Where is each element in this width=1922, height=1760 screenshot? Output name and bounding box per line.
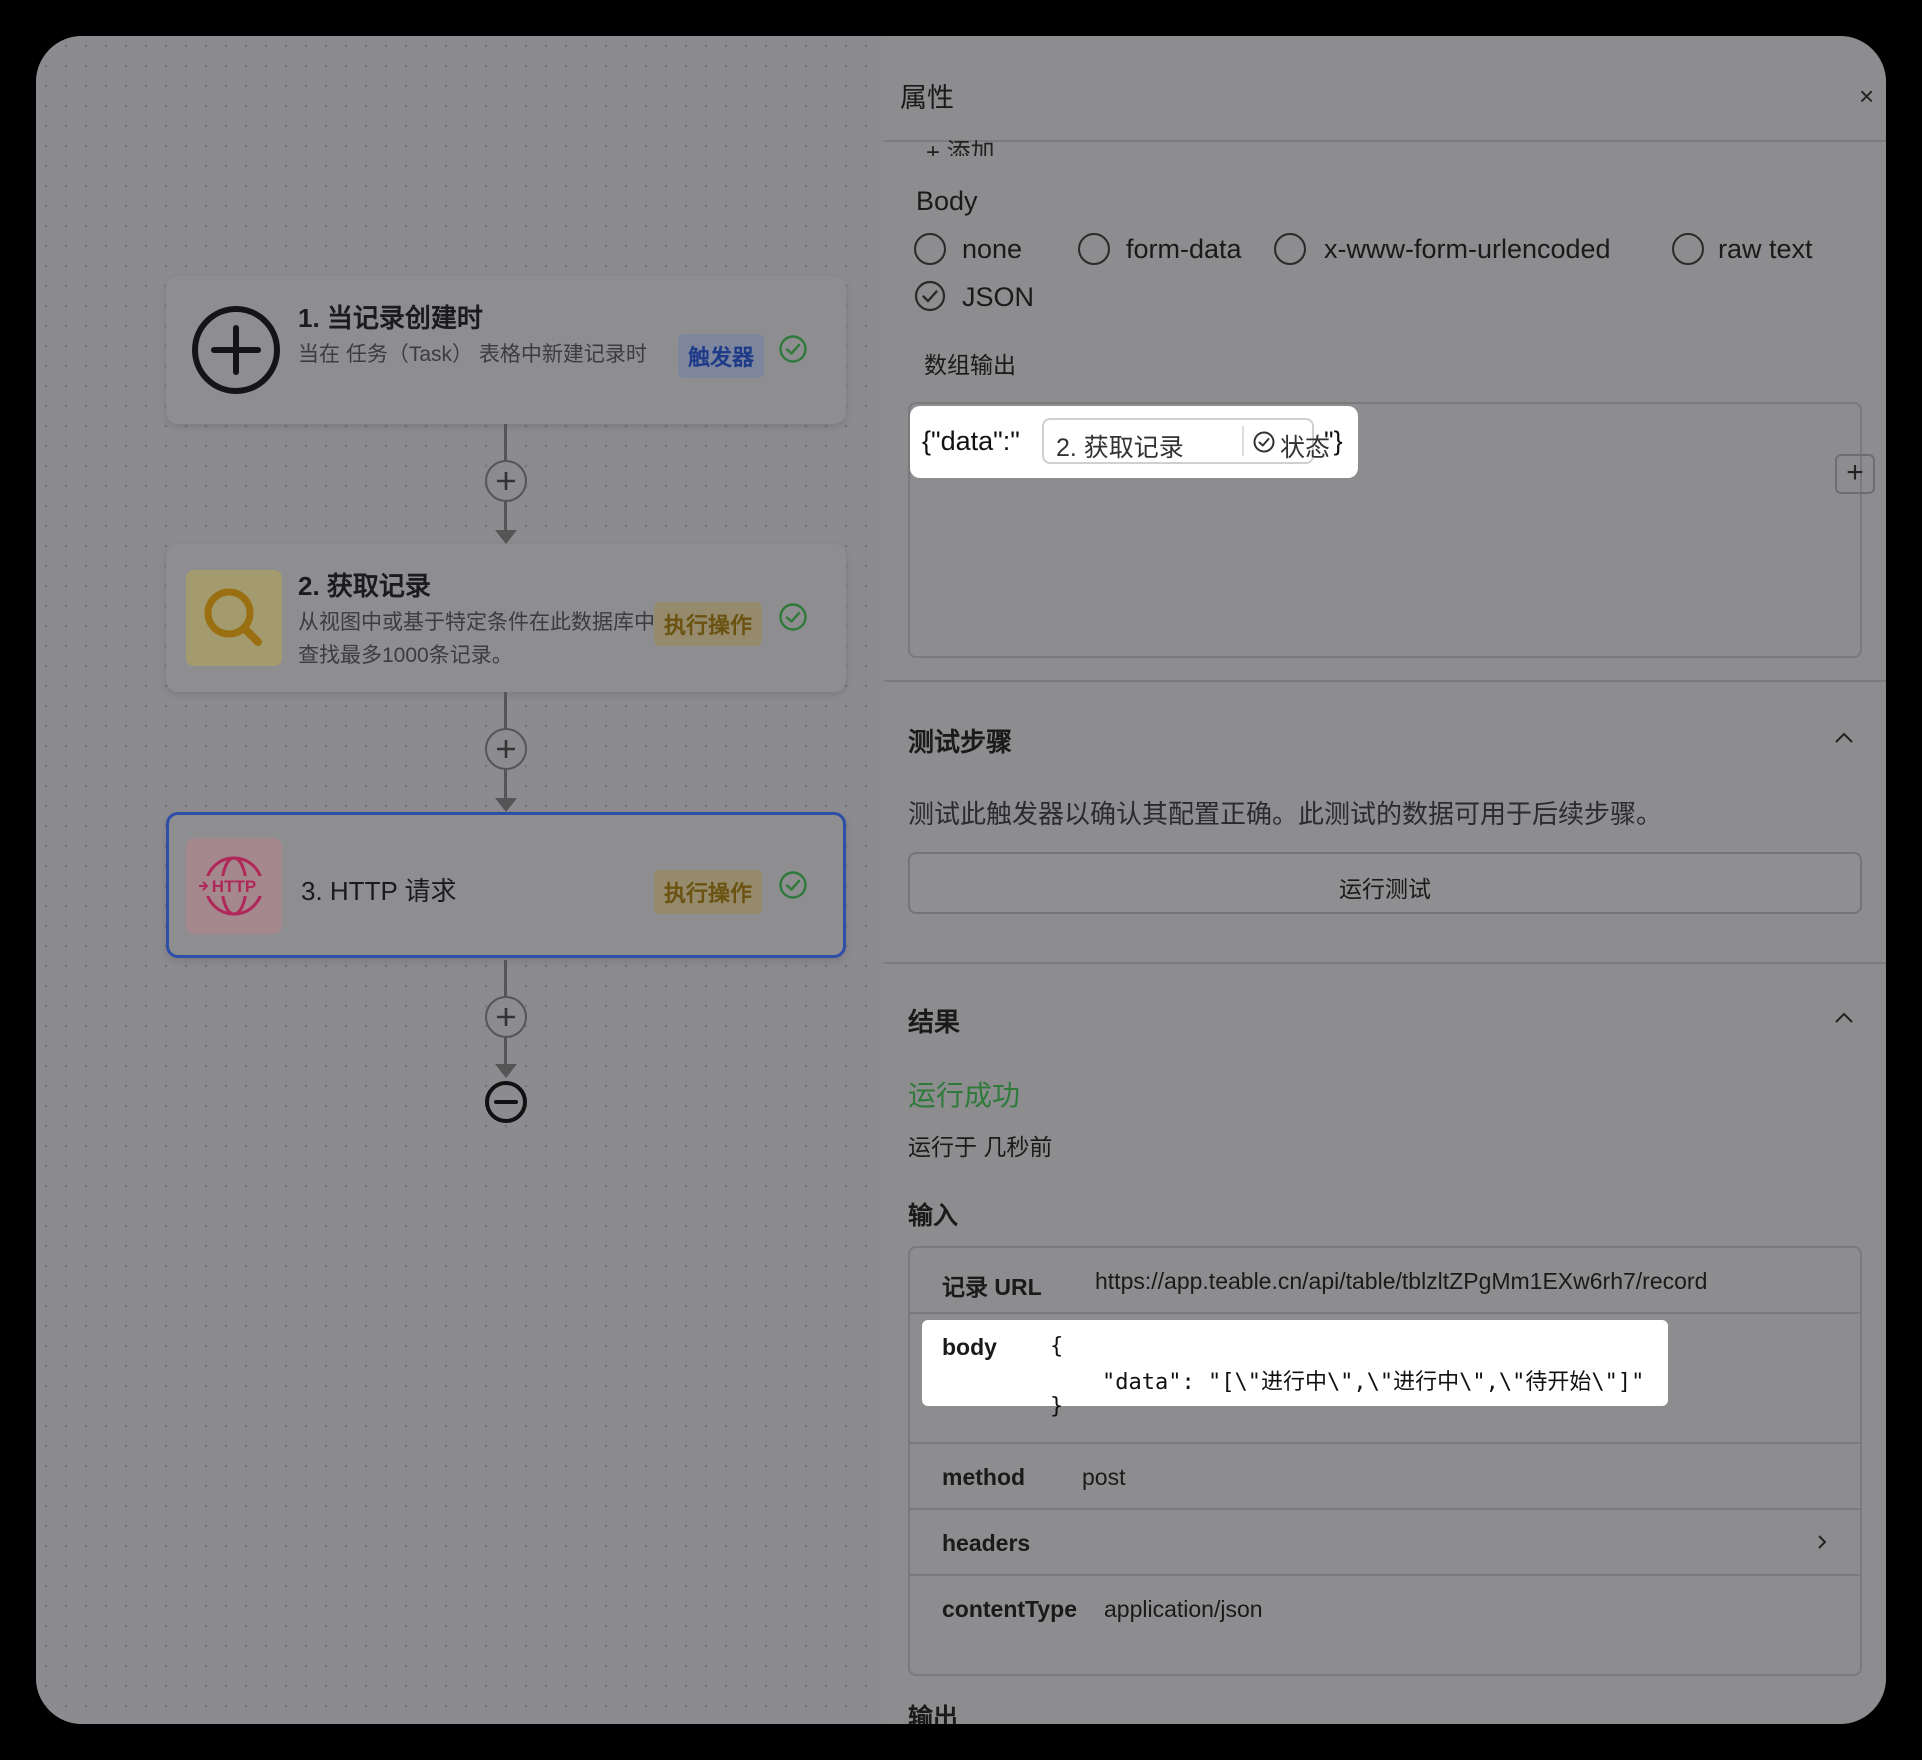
row-key[interactable]: headers [942,1530,1030,1557]
radio-raw-text[interactable] [1672,233,1704,265]
row-divider [908,1312,1862,1314]
arrow-down-icon [495,530,517,544]
insert-variable-button[interactable]: + [1835,454,1875,494]
row-key: 记录 URL [942,1274,1042,1300]
result-section-title: 结果 [908,1007,961,1037]
test-section-title: 测试步骤 [908,727,1013,757]
add-step-button[interactable] [485,460,527,502]
app-window: 1. 当记录创建时 当在 任务（Task） 表格中新建记录时 触发器 2. 获取… [36,36,1886,1724]
add-step-button[interactable] [485,996,527,1038]
radio-label: JSON [962,282,1035,312]
chevron-up-icon[interactable] [1832,1006,1856,1030]
row-divider [908,1442,1862,1444]
json-suffix: "} [1324,426,1343,456]
result-status: 运行成功 [908,1080,1021,1111]
status-field-icon [1253,431,1275,453]
arrow-down-icon [495,1064,517,1078]
result-ran-at: 运行于 几秒前 [908,1134,1053,1160]
end-flow-icon[interactable] [484,1080,528,1124]
globe-http-icon: HTTP [199,856,264,916]
node-title: 3. HTTP 请求 [301,876,457,906]
chevron-right-icon[interactable] [1812,1532,1832,1552]
action-badge: 执行操作 [654,870,763,914]
action-badge: 执行操作 [654,602,763,646]
node-description: 当在 任务（Task） 表格中新建记录时 [298,343,647,366]
check-circle-icon [779,335,807,363]
node-title: 1. 当记录创建时 [298,303,483,333]
radio-form-data[interactable] [1078,233,1110,265]
body-line: "data": "[\"进行中\",\"进行中\",\"待开始\"]" [1102,1370,1645,1395]
node-title: 2. 获取记录 [298,571,431,601]
radio-none[interactable] [914,233,946,265]
close-icon[interactable]: × [1859,81,1874,112]
json-prefix: {"data":" [922,426,1020,456]
test-description: 测试此触发器以确认其配置正确。此测试的数据可用于后续步骤。 [908,799,1663,829]
add-step-button[interactable] [485,728,527,770]
input-label: 输入 [908,1202,959,1230]
token-divider [1242,426,1244,456]
output-label: 输出 [908,1704,959,1724]
run-test-label: 运行测试 [1339,876,1431,902]
token-field: 状态 [1280,434,1331,462]
divider [884,962,1886,964]
plus-icon [497,1008,515,1026]
chevron-up-icon[interactable] [1832,726,1856,750]
radio-label: x-www-form-urlencoded [1324,234,1611,264]
check-circle-icon [779,871,807,899]
row-divider [908,1508,1862,1510]
flow-node-trigger[interactable]: 1. 当记录创建时 当在 任务（Task） 表格中新建记录时 触发器 [166,276,846,424]
plus-icon [497,740,515,758]
body-line: { [1050,1334,1064,1359]
run-test-button[interactable]: 运行测试 [908,852,1862,914]
arrow-down-icon [495,798,517,812]
radio-label: none [962,234,1023,264]
row-value: application/json [1104,1596,1263,1622]
token-step: 2. 获取记录 [1056,434,1184,462]
http-icon-text: HTTP [212,877,256,896]
flow-node-http-request[interactable]: HTTP 3. HTTP 请求 执行操作 [166,812,846,958]
search-icon-box [186,570,282,666]
row-value: post [1082,1464,1126,1490]
flow-node-get-records[interactable]: 2. 获取记录 从视图中或基于特定条件在此数据库中查找最多1000条记录。 执行… [166,544,846,692]
divider [884,140,1886,142]
add-header-button[interactable]: + 添加 [926,132,995,156]
row-key: contentType [942,1596,1078,1622]
radio-label: raw text [1718,234,1813,264]
check-circle-icon [779,603,807,631]
row-key: method [942,1464,1026,1490]
row-value: https://app.teable.cn/api/table/tblzltZP… [1095,1268,1708,1294]
body-line: } [1050,1394,1064,1419]
radio-json-checked-icon[interactable] [914,280,946,312]
divider [884,680,1886,682]
search-icon [204,588,262,646]
plus-icon [497,472,515,490]
trigger-badge: 触发器 [678,334,765,378]
plus-circle-icon [192,306,280,394]
panel-title: 属性 [900,83,954,113]
flow-canvas: 1. 当记录创建时 当在 任务（Task） 表格中新建记录时 触发器 2. 获取… [36,36,884,1724]
http-icon-box: HTTP [186,838,282,934]
body-label: Body [916,186,978,216]
node-description: 从视图中或基于特定条件在此数据库中查找最多1000条记录。 [298,611,655,667]
row-divider [908,1574,1862,1576]
radio-urlencoded[interactable] [1274,233,1306,265]
radio-label: form-data [1126,234,1242,264]
properties-panel: 属性 × + 添加 Body none form-data x-www-form… [884,36,1886,1724]
row-key: body [942,1334,997,1360]
array-output-label: 数组输出 [924,352,1016,378]
